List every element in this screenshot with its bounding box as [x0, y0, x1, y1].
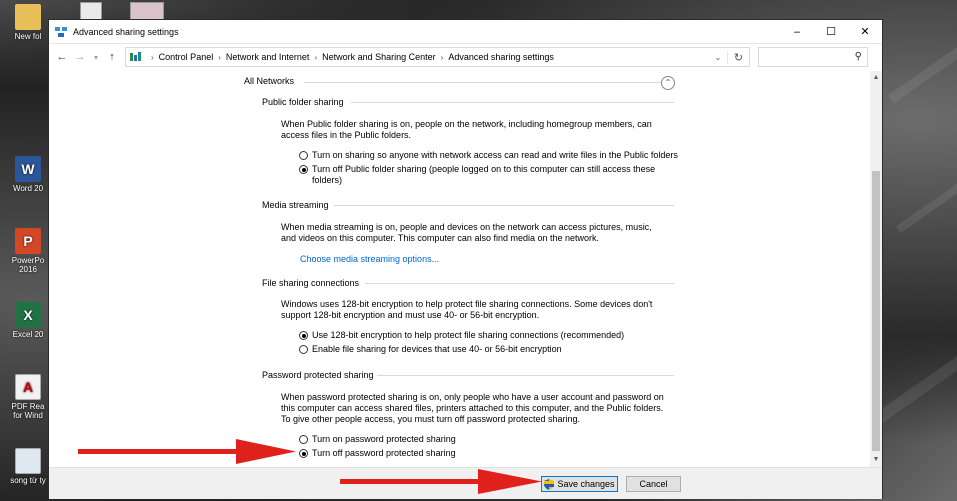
- section-desc-media-streaming: When media streaming is on, people and d…: [281, 222, 652, 243]
- breadcrumb-network-sharing-center[interactable]: Network and Sharing Center: [322, 52, 436, 62]
- section-title-public-folder: Public folder sharing: [262, 97, 344, 107]
- radio-button-checked[interactable]: [299, 165, 308, 174]
- radio-label: Turn off Public folder sharing (people l…: [312, 164, 656, 185]
- address-bar: ← → ▾ ↑ › Control Panel › Network and In…: [49, 44, 882, 70]
- breadcrumb-separator-icon[interactable]: ›: [441, 53, 444, 62]
- radio-button-checked[interactable]: [299, 331, 308, 340]
- file-icon[interactable]: [80, 2, 102, 20]
- excel-icon: X: [15, 302, 41, 328]
- desktop-icon-label: Excel 20: [12, 330, 44, 339]
- desktop-icon-excel[interactable]: X Excel 20: [8, 302, 48, 339]
- scrollbar-thumb[interactable]: [872, 171, 880, 451]
- section-desc-password-sharing: When password protected sharing is on, o…: [281, 392, 664, 424]
- pdf-icon: A: [15, 374, 41, 400]
- back-arrow-icon[interactable]: ←: [53, 46, 71, 68]
- breadcrumb-separator-icon[interactable]: ›: [314, 53, 317, 62]
- breadcrumb-control-panel[interactable]: Control Panel: [159, 52, 214, 62]
- image-thumbnail-icon[interactable]: [130, 2, 164, 20]
- section-divider: [377, 375, 674, 376]
- desktop-icon-pdf-reader[interactable]: A PDF Rea for Wind: [8, 374, 48, 420]
- radio-button-checked[interactable]: [299, 449, 308, 458]
- radio-label: Turn on password protected sharing: [312, 434, 456, 444]
- section-divider: [365, 283, 674, 284]
- address-dropdown-chevron-icon[interactable]: ⌄: [709, 53, 727, 62]
- section-divider: [351, 102, 674, 103]
- section-title-media-streaming: Media streaming: [262, 200, 329, 210]
- cancel-button[interactable]: Cancel: [626, 476, 681, 492]
- minimize-button[interactable]: –: [780, 20, 814, 44]
- title-bar[interactable]: Advanced sharing settings – ☐ ✕: [49, 20, 882, 44]
- cancel-label: Cancel: [639, 479, 668, 489]
- radio-public-sharing-off[interactable]: Turn off Public folder sharing (people l…: [299, 164, 679, 186]
- radio-128bit-encryption[interactable]: Use 128-bit encryption to help protect f…: [299, 330, 624, 341]
- section-title-password-sharing: Password protected sharing: [262, 370, 374, 380]
- wallpaper-streak: [895, 174, 957, 234]
- collapse-chevron-up-icon[interactable]: ⌃: [661, 76, 675, 90]
- vertical-scrollbar[interactable]: ▲ ▼: [870, 71, 882, 467]
- up-arrow-icon[interactable]: ↑: [103, 46, 121, 68]
- close-button[interactable]: ✕: [848, 20, 882, 44]
- powerpoint-icon: P: [15, 228, 41, 254]
- window-title: Advanced sharing settings: [73, 26, 179, 37]
- radio-label: Use 128-bit encryption to help protect f…: [312, 330, 625, 340]
- breadcrumb-separator-icon: ›: [151, 52, 154, 62]
- section-divider: [334, 205, 674, 206]
- desktop-icon-word[interactable]: W Word 20: [8, 156, 48, 193]
- group-title-all-networks: All Networks: [244, 76, 295, 86]
- scroll-down-arrow-icon[interactable]: ▼: [870, 453, 882, 467]
- media-streaming-options-link[interactable]: Choose media streaming options...: [300, 254, 439, 264]
- file-icon: [15, 448, 41, 474]
- section-title-file-sharing: File sharing connections: [262, 278, 360, 288]
- desktop-icon-label: Word 20: [12, 184, 44, 193]
- radio-button[interactable]: [299, 345, 308, 354]
- radio-label: Enable file sharing for devices that use…: [312, 344, 562, 354]
- group-divider: [304, 82, 674, 83]
- breadcrumb-advanced-sharing[interactable]: Advanced sharing settings: [448, 52, 554, 62]
- radio-password-sharing-off[interactable]: Turn off password protected sharing: [299, 448, 456, 459]
- radio-40-56bit-encryption[interactable]: Enable file sharing for devices that use…: [299, 344, 562, 355]
- desktop-icon-new-folder[interactable]: New fol: [8, 4, 48, 41]
- radio-label: Turn off password protected sharing: [312, 448, 456, 458]
- address-field[interactable]: › Control Panel › Network and Internet ›…: [125, 47, 750, 67]
- section-desc-public-folder: When Public folder sharing is on, people…: [281, 119, 652, 140]
- desktop-icon-song[interactable]: song từ ty: [8, 448, 48, 485]
- settings-content: All Networks ⌃ Public folder sharing Whe…: [49, 71, 871, 467]
- desktop-icon-label: PDF Rea for Wind: [11, 402, 45, 420]
- recent-locations-chevron-icon[interactable]: ▾: [89, 46, 103, 68]
- wallpaper-streak: [876, 349, 957, 423]
- desktop-icon-label: PowerPo 2016: [11, 256, 45, 274]
- radio-button[interactable]: [299, 435, 308, 444]
- annotation-arrow-icon: [78, 439, 296, 464]
- annotation-arrow-icon: [340, 469, 542, 494]
- network-icon: [55, 26, 67, 37]
- folder-icon: [15, 4, 41, 30]
- advanced-sharing-window: Advanced sharing settings – ☐ ✕ ← → ▾ ↑ …: [48, 19, 883, 499]
- word-icon: W: [15, 156, 41, 182]
- section-desc-file-sharing: Windows uses 128-bit encryption to help …: [281, 299, 653, 320]
- search-input[interactable]: ⚲: [758, 47, 868, 67]
- scroll-up-arrow-icon[interactable]: ▲: [870, 71, 882, 85]
- breadcrumb-separator-icon[interactable]: ›: [218, 53, 221, 62]
- radio-public-sharing-on[interactable]: Turn on sharing so anyone with network a…: [299, 150, 678, 161]
- uac-shield-icon: [544, 478, 555, 490]
- forward-arrow-icon[interactable]: →: [71, 46, 89, 68]
- radio-password-sharing-on[interactable]: Turn on password protected sharing: [299, 434, 456, 445]
- desktop-icon-label: song từ ty: [10, 476, 46, 485]
- breadcrumb-network-internet[interactable]: Network and Internet: [226, 52, 310, 62]
- save-changes-label: Save changes: [557, 479, 615, 489]
- save-changes-button[interactable]: Save changes: [541, 476, 618, 492]
- radio-label: Turn on sharing so anyone with network a…: [312, 150, 678, 160]
- control-panel-icon: [130, 52, 141, 61]
- radio-button[interactable]: [299, 151, 308, 160]
- wallpaper-streak: [887, 26, 957, 104]
- search-icon[interactable]: ⚲: [855, 51, 862, 62]
- refresh-icon[interactable]: ↻: [727, 50, 749, 64]
- desktop-icon-label: New fol: [14, 32, 42, 41]
- maximize-button[interactable]: ☐: [814, 20, 848, 44]
- desktop-icon-powerpoint[interactable]: P PowerPo 2016: [8, 228, 48, 274]
